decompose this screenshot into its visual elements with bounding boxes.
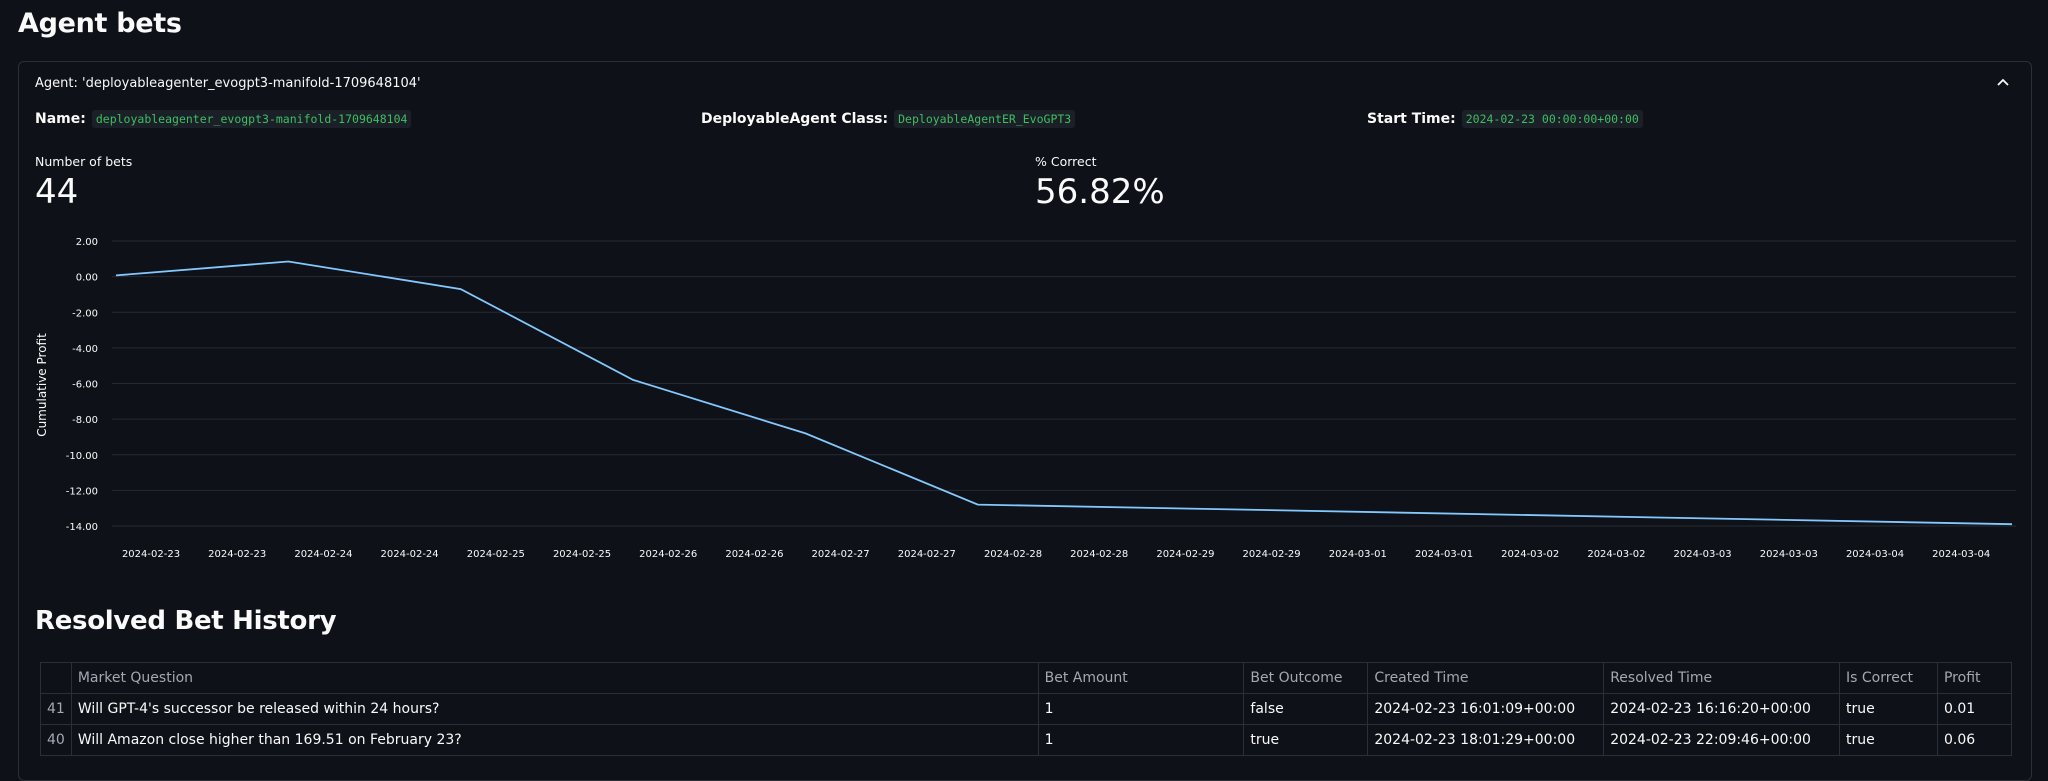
- x-tick-label: 2024-02-27: [898, 549, 956, 560]
- x-tick-label: 2024-03-03: [1760, 549, 1818, 560]
- y-tick-label: -8.00: [72, 415, 98, 426]
- x-tick-label: 2024-03-02: [1587, 549, 1645, 560]
- x-tick-label: 2024-02-29: [1243, 549, 1301, 560]
- table-cell: true: [1840, 725, 1938, 756]
- y-tick-label: -4.00: [72, 344, 98, 355]
- table-row[interactable]: 41Will GPT-4's successor be released wit…: [41, 694, 2012, 725]
- y-tick-label: -14.00: [66, 522, 98, 533]
- x-tick-label: 2024-03-03: [1674, 549, 1732, 560]
- table-row[interactable]: 40Will Amazon close higher than 169.51 o…: [41, 725, 2012, 756]
- x-tick-label: 2024-02-23: [122, 549, 180, 560]
- x-tick-label: 2024-02-25: [467, 549, 525, 560]
- x-tick-label: 2024-03-02: [1501, 549, 1559, 560]
- table-cell: 2024-02-23 16:16:20+00:00: [1604, 694, 1840, 725]
- column-header[interactable]: Created Time: [1368, 663, 1604, 694]
- table-cell: 2024-02-23 22:09:46+00:00: [1604, 725, 1840, 756]
- column-header[interactable]: [41, 663, 72, 694]
- cumulative-profit-chart: 2.00 0.00 -2.00 -4.00 -6.00 -8.00 -10.00 -12.00…: [0, 0, 2048, 580]
- x-tick-label: 2024-03-01: [1329, 549, 1387, 560]
- x-tick-label: 2024-02-28: [1070, 549, 1128, 560]
- y-tick-label: -10.00: [66, 451, 98, 462]
- x-tick-label: 2024-02-26: [725, 549, 783, 560]
- column-header[interactable]: Bet Amount: [1038, 663, 1244, 694]
- table-cell: false: [1244, 694, 1368, 725]
- table-cell: true: [1244, 725, 1368, 756]
- column-header[interactable]: Resolved Time: [1604, 663, 1840, 694]
- table-cell: Will Amazon close higher than 169.51 on …: [71, 725, 1038, 756]
- x-tick-label: 2024-02-24: [381, 549, 439, 560]
- row-index: 41: [41, 694, 72, 725]
- row-index: 40: [41, 725, 72, 756]
- x-tick-label: 2024-02-26: [639, 549, 697, 560]
- x-tick-label: 2024-03-01: [1415, 549, 1473, 560]
- table-cell: 2024-02-23 16:01:09+00:00: [1368, 694, 1604, 725]
- table-cell: Will GPT-4's successor be released withi…: [71, 694, 1038, 725]
- column-header[interactable]: Is Correct: [1840, 663, 1938, 694]
- table-cell: 0.01: [1937, 694, 2011, 725]
- x-tick-label: 2024-02-24: [294, 549, 352, 560]
- x-tick-label: 2024-02-28: [984, 549, 1042, 560]
- column-header[interactable]: Market Question: [71, 663, 1038, 694]
- table-cell: true: [1840, 694, 1938, 725]
- y-axis-title: Cumulative Profit: [35, 333, 49, 437]
- table-header-row: Market QuestionBet AmountBet OutcomeCrea…: [41, 663, 2012, 694]
- y-tick-label: -6.00: [72, 380, 98, 391]
- profit-series-line: [116, 262, 2012, 525]
- column-header[interactable]: Bet Outcome: [1244, 663, 1368, 694]
- x-tick-label: 2024-02-23: [208, 549, 266, 560]
- table-cell: 0.06: [1937, 725, 2011, 756]
- x-tick-label: 2024-02-29: [1156, 549, 1214, 560]
- table-cell: 1: [1038, 694, 1244, 725]
- y-tick-label: -2.00: [72, 308, 98, 319]
- y-tick-label: 2.00: [76, 237, 98, 248]
- table-cell: 2024-02-23 18:01:29+00:00: [1368, 725, 1604, 756]
- history-title: Resolved Bet History: [35, 606, 336, 636]
- bet-history-table: Market QuestionBet AmountBet OutcomeCrea…: [40, 662, 2012, 756]
- y-tick-label: 0.00: [76, 273, 98, 284]
- y-tick-label: -12.00: [66, 486, 98, 497]
- x-tick-label: 2024-03-04: [1932, 549, 1990, 560]
- table-cell: 1: [1038, 725, 1244, 756]
- x-tick-label: 2024-02-27: [812, 549, 870, 560]
- x-tick-label: 2024-02-25: [553, 549, 611, 560]
- column-header[interactable]: Profit: [1937, 663, 2011, 694]
- x-tick-label: 2024-03-04: [1846, 549, 1904, 560]
